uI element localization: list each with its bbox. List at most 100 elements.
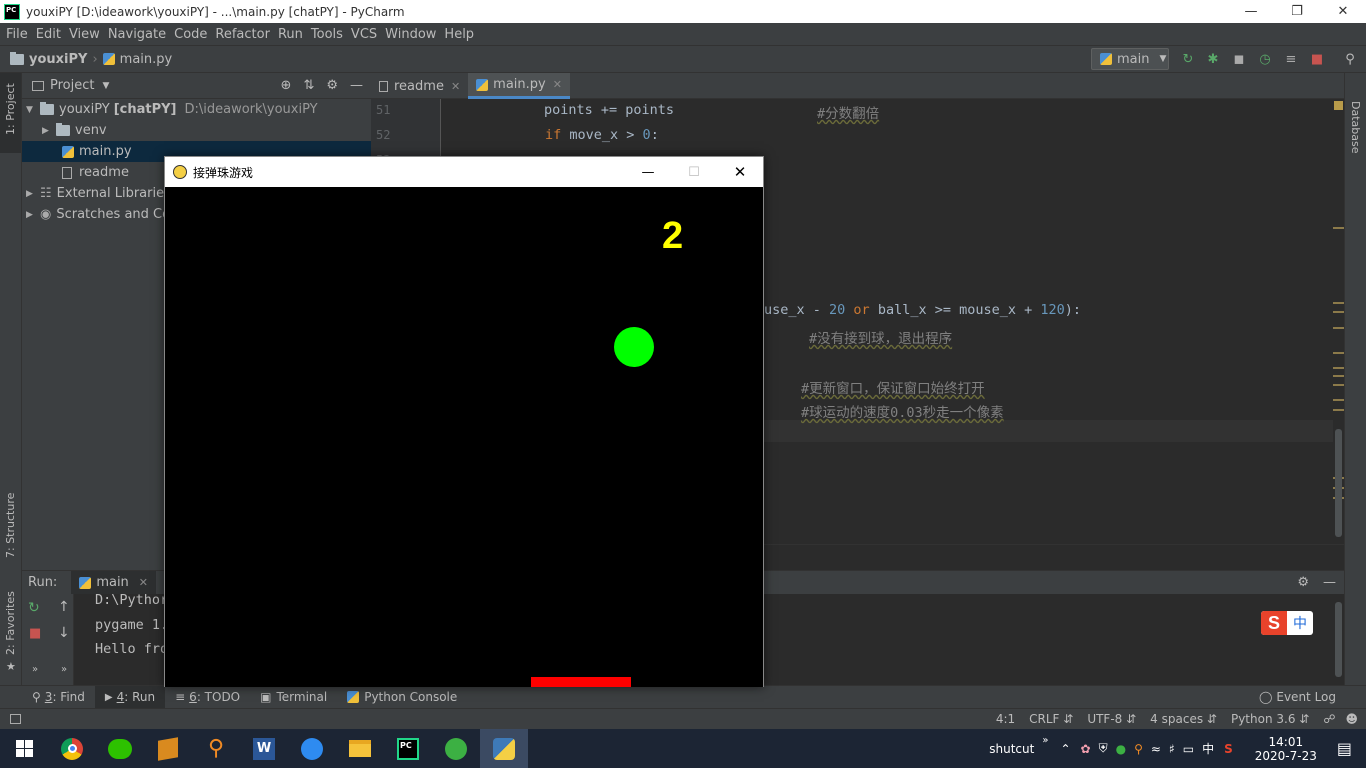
- tool-tab-project[interactable]: 1: Project: [4, 83, 17, 135]
- tool-terminal[interactable]: ▣ Terminal: [250, 686, 337, 709]
- game-canvas[interactable]: 2: [165, 187, 763, 687]
- stripe-mark[interactable]: [1333, 327, 1344, 329]
- inspector-icon[interactable]: ☻: [1345, 712, 1358, 726]
- close-button[interactable]: ✕: [717, 163, 763, 181]
- gear-icon[interactable]: ⚙: [1297, 575, 1309, 590]
- stripe-mark[interactable]: [1333, 367, 1344, 369]
- lock-icon[interactable]: ☍: [1323, 712, 1335, 726]
- security-tray-icon[interactable]: ⛨: [1099, 741, 1108, 756]
- wifi-icon[interactable]: ≈: [1151, 742, 1161, 756]
- expand-toolbar-icon[interactable]: »: [1042, 735, 1048, 746]
- battery-icon[interactable]: ▭: [1183, 742, 1194, 756]
- tool-tab-database[interactable]: Database: [1349, 101, 1362, 154]
- collapsed-arrow-icon[interactable]: ▶: [42, 126, 56, 136]
- tray-toolbar-label[interactable]: shutcut: [989, 742, 1034, 756]
- stripe-mark[interactable]: [1333, 227, 1344, 229]
- python-taskbar-icon[interactable]: [480, 729, 528, 768]
- debug-icon[interactable]: ✱: [1203, 49, 1223, 69]
- stripe-mark[interactable]: [1333, 311, 1344, 313]
- menu-window[interactable]: Window: [381, 27, 440, 42]
- tool-event-log[interactable]: ◯ Event Log: [1249, 686, 1346, 709]
- search-everywhere-icon[interactable]: ⚲: [1340, 49, 1360, 69]
- menu-refactor[interactable]: Refactor: [211, 27, 274, 42]
- console-scrollbar-thumb[interactable]: [1335, 602, 1342, 677]
- gear-icon[interactable]: ⚙: [326, 78, 338, 93]
- tree-item-venv[interactable]: ▶ venv: [22, 120, 371, 141]
- menu-vcs[interactable]: VCS: [347, 27, 381, 42]
- close-tab-icon[interactable]: ✕: [553, 78, 562, 91]
- show-hidden-icons-icon[interactable]: ⌃: [1060, 742, 1070, 756]
- feishu-icon[interactable]: [288, 729, 336, 768]
- inspection-status-icon[interactable]: [1334, 101, 1343, 110]
- minimize-button[interactable]: —: [625, 165, 671, 180]
- menu-help[interactable]: Help: [440, 27, 478, 42]
- rerun-icon[interactable]: ↻: [1178, 49, 1198, 69]
- flower-tray-icon[interactable]: ✿: [1081, 742, 1091, 756]
- menu-run[interactable]: Run: [274, 27, 307, 42]
- search-tray-icon[interactable]: ⚲: [1134, 742, 1143, 756]
- run-config-select[interactable]: main ▼: [1091, 48, 1169, 70]
- stripe-mark[interactable]: [1333, 384, 1344, 386]
- tab-readme[interactable]: readme ✕: [371, 73, 468, 99]
- run-tab-main[interactable]: main ✕: [71, 570, 157, 595]
- clock[interactable]: 14:01 2020-7-23: [1255, 735, 1317, 763]
- rerun-icon[interactable]: ↻: [28, 600, 40, 616]
- ime-floating-bar[interactable]: S 中: [1261, 611, 1313, 635]
- close-tab-icon[interactable]: ✕: [139, 576, 148, 589]
- book-icon[interactable]: [144, 729, 192, 768]
- editor-scrollbar-thumb[interactable]: [1335, 429, 1342, 537]
- more-icon[interactable]: »: [32, 664, 38, 675]
- volume-muted-icon[interactable]: ♯: [1169, 742, 1175, 756]
- concurrency-icon[interactable]: ≡: [1281, 49, 1301, 69]
- 360-tray-icon[interactable]: ●: [1116, 742, 1126, 756]
- menu-code[interactable]: Code: [170, 27, 211, 42]
- collapsed-arrow-icon[interactable]: ▶: [26, 189, 40, 199]
- star-icon[interactable]: ★: [6, 660, 16, 673]
- stripe-mark[interactable]: [1333, 409, 1344, 411]
- stripe-mark[interactable]: [1333, 399, 1344, 401]
- sogou-tray-icon[interactable]: S: [1224, 742, 1233, 756]
- chrome-icon[interactable]: [48, 729, 96, 768]
- editor-error-stripe[interactable]: [1333, 99, 1344, 544]
- menu-view[interactable]: View: [65, 27, 104, 42]
- breadcrumb-file[interactable]: main.py: [120, 52, 173, 67]
- menu-tools[interactable]: Tools: [307, 27, 347, 42]
- line-separator[interactable]: CRLF ⇵: [1029, 712, 1073, 726]
- more-icon[interactable]: »: [61, 664, 67, 675]
- windows-start-icon[interactable]: [0, 729, 48, 768]
- notification-icon[interactable]: ▤: [1337, 739, 1352, 758]
- interpreter-select[interactable]: Python 3.6 ⇵: [1231, 712, 1309, 726]
- caret-position[interactable]: 4:1: [996, 712, 1015, 726]
- close-button[interactable]: ✕: [1320, 0, 1366, 23]
- search-app-icon[interactable]: ⚲: [192, 729, 240, 768]
- arrow-down-icon[interactable]: ↓: [58, 625, 70, 641]
- project-panel-title[interactable]: Project: [50, 78, 94, 93]
- ime-tray-label[interactable]: 中: [1202, 740, 1214, 757]
- tool-python-console[interactable]: Python Console: [337, 686, 467, 709]
- file-explorer-icon[interactable]: [336, 729, 384, 768]
- stripe-mark[interactable]: [1333, 375, 1344, 377]
- hide-icon[interactable]: —: [350, 78, 363, 93]
- tool-tab-favorites[interactable]: 2: Favorites: [4, 591, 17, 655]
- collapse-icon[interactable]: ⇅: [303, 78, 314, 93]
- coverage-icon[interactable]: ◼: [1229, 49, 1249, 69]
- chevron-down-icon[interactable]: ▼: [102, 81, 109, 91]
- minimize-button[interactable]: —: [1228, 0, 1274, 23]
- tool-run[interactable]: ▶ 4: Run: [94, 685, 166, 709]
- pycharm-taskbar-icon[interactable]: PC: [384, 729, 432, 768]
- word-icon[interactable]: W: [240, 729, 288, 768]
- 360-icon[interactable]: [432, 729, 480, 768]
- toggle-tool-windows-icon[interactable]: [10, 714, 21, 724]
- profile-icon[interactable]: ◷: [1255, 49, 1275, 69]
- wechat-icon[interactable]: [96, 729, 144, 768]
- menu-edit[interactable]: Edit: [32, 27, 65, 42]
- menu-file[interactable]: File: [2, 27, 32, 42]
- hide-icon[interactable]: —: [1323, 575, 1336, 590]
- tool-todo[interactable]: ≡ 6: TODO: [165, 686, 250, 709]
- tool-find[interactable]: ⚲ 3: Find: [22, 686, 95, 709]
- locate-icon[interactable]: ⊕: [281, 78, 292, 93]
- restore-button[interactable]: ❐: [1274, 0, 1320, 23]
- indent-setting[interactable]: 4 spaces ⇵: [1150, 712, 1217, 726]
- close-tab-icon[interactable]: ✕: [451, 80, 460, 93]
- tab-main-py[interactable]: main.py ✕: [468, 73, 570, 99]
